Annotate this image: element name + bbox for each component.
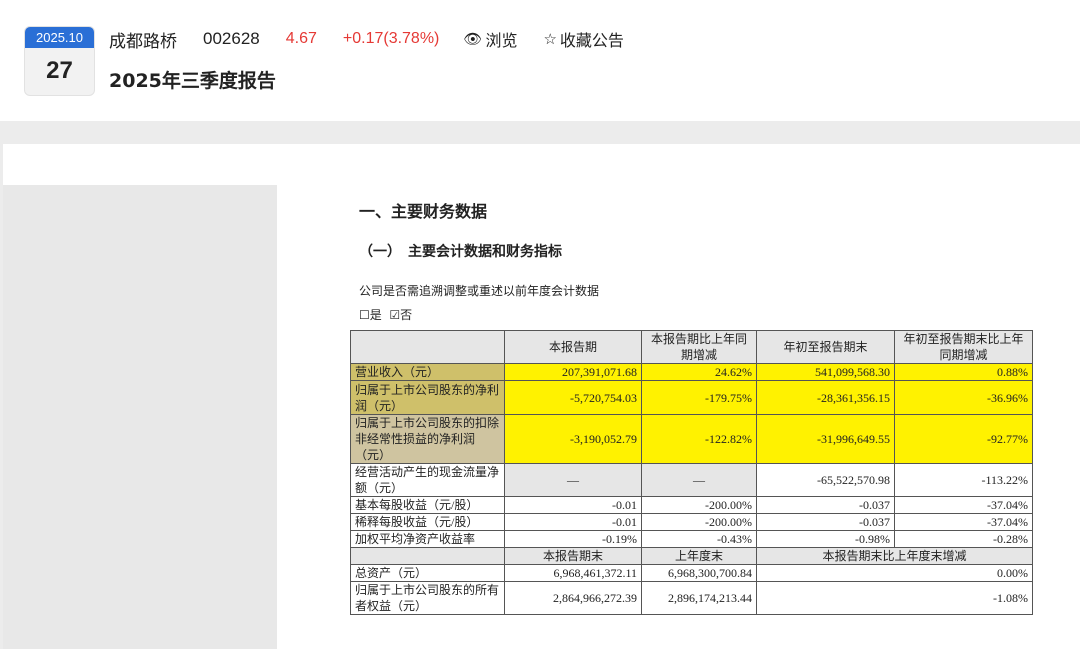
table-cell: -3,190,052.79	[504, 414, 642, 464]
row-label: 归属于上市公司股东的净利润（元）	[350, 380, 505, 415]
table-row: 营业收入（元） 207,391,071.68 24.62% 541,099,56…	[350, 363, 1033, 381]
table-row: 总资产（元） 6,968,461,372.11 6,968,300,700.84…	[350, 564, 1033, 582]
restatement-question: 公司是否需追溯调整或重述以前年度会计数据	[359, 284, 600, 298]
table-row: 加权平均净资产收益率 -0.19% -0.43% -0.98% -0.28%	[350, 530, 1033, 548]
report-title: 2025年三季度报告	[109, 70, 276, 92]
table-cell: -0.01	[504, 496, 642, 514]
section-title: 一、主要财务数据	[359, 202, 488, 221]
table-cell: 0.00%	[756, 564, 1033, 582]
table-cell: —	[641, 463, 757, 497]
table-row: 稀释每股收益（元/股） -0.01 -200.00% -0.037 -37.04…	[350, 513, 1033, 531]
row-label: 总资产（元）	[350, 564, 505, 582]
row-label: 归属于上市公司股东的所有者权益（元）	[350, 581, 505, 615]
table-cell: -0.01	[504, 513, 642, 531]
row-label: 稀释每股收益（元/股）	[350, 513, 505, 531]
row-label: 经营活动产生的现金流量净额（元）	[350, 463, 505, 497]
table-cell: -0.28%	[894, 530, 1033, 548]
document-viewer[interactable]: 一、主要财务数据 （一） 主要会计数据和财务指标 公司是否需追溯调整或重述以前年…	[3, 144, 1080, 649]
table-cell: 0.88%	[894, 363, 1033, 381]
row-label: 加权平均净资产收益率	[350, 530, 505, 548]
header-cell: 本报告期末	[504, 547, 642, 565]
subsection-title: （一） 主要会计数据和财务指标	[359, 244, 562, 260]
table-cell: 24.62%	[641, 363, 757, 381]
browse-label: 浏览	[485, 31, 518, 50]
star-icon: ☆	[543, 30, 557, 48]
table-cell: -0.037	[756, 513, 895, 531]
table-cell: 541,099,568.30	[756, 363, 895, 381]
header-cell: 上年度末	[641, 547, 757, 565]
header-cell: 本报告期	[504, 330, 642, 364]
financial-data-table: 本报告期 本报告期比上年同期增减 年初至报告期末 年初至报告期末比上年同期增减 …	[350, 330, 1033, 615]
header-cell-blank	[350, 330, 505, 364]
date-month: 2025.10	[25, 27, 94, 48]
table-cell: -200.00%	[641, 496, 757, 514]
document-sidebar	[3, 185, 277, 649]
table-cell: -122.82%	[641, 414, 757, 464]
table-cell: -31,996,649.55	[756, 414, 895, 464]
header-cell: 年初至报告期末	[756, 330, 895, 364]
table-cell: -37.04%	[894, 513, 1033, 531]
table-cell: -36.96%	[894, 380, 1033, 415]
table-cell: -113.22%	[894, 463, 1033, 497]
table-cell: 207,391,071.68	[504, 363, 642, 381]
checkbox-no: ☑否	[389, 308, 413, 322]
table-cell: -37.04%	[894, 496, 1033, 514]
header-cell-blank	[350, 547, 505, 565]
row-label: 基本每股收益（元/股）	[350, 496, 505, 514]
browse-button[interactable]: 👁 浏览	[463, 27, 517, 51]
stock-price: 4.67	[285, 30, 317, 47]
table-cell: -65,522,570.98	[756, 463, 895, 497]
stock-change: +0.17(3.78%)	[342, 30, 440, 47]
eye-icon: 👁	[463, 30, 483, 48]
checkbox-yes: ☐是	[359, 308, 382, 322]
table-cell: -0.98%	[756, 530, 895, 548]
table-cell: -179.75%	[641, 380, 757, 415]
table-row: 归属于上市公司股东的净利润（元） -5,720,754.03 -179.75% …	[350, 380, 1033, 415]
table-cell: -1.08%	[756, 581, 1033, 615]
row-label: 营业收入（元）	[350, 363, 505, 381]
announcement-header: 2025.10 27 成都路桥 002628 4.67 +0.17(3.78%)…	[0, 0, 1080, 121]
table-cell: -28,361,356.15	[756, 380, 895, 415]
date-badge: 2025.10 27	[24, 26, 95, 96]
stock-code[interactable]: 002628	[203, 29, 260, 49]
table-cell: 6,968,461,372.11	[504, 564, 642, 582]
stock-name[interactable]: 成都路桥	[109, 27, 177, 52]
row-label: 归属于上市公司股东的扣除非经常性损益的净利润（元）	[350, 414, 505, 464]
restatement-answer: ☐是 ☑否	[359, 306, 412, 323]
table-cell: -0.19%	[504, 530, 642, 548]
table-row: 归属于上市公司股东的所有者权益（元） 2,864,966,272.39 2,89…	[350, 581, 1033, 615]
table-cell: -0.43%	[641, 530, 757, 548]
table-row: 经营活动产生的现金流量净额（元） — — -65,522,570.98 -113…	[350, 463, 1033, 497]
table-cell: 6,968,300,700.84	[641, 564, 757, 582]
table-cell: -5,720,754.03	[504, 380, 642, 415]
table-row: 归属于上市公司股东的扣除非经常性损益的净利润（元） -3,190,052.79 …	[350, 414, 1033, 464]
favorite-button[interactable]: ☆ 收藏公告	[543, 27, 623, 51]
header-cell: 本报告期比上年同期增减	[641, 330, 757, 364]
header-cell: 年初至报告期末比上年同期增减	[894, 330, 1033, 364]
table-subheader-row: 本报告期末 上年度末 本报告期末比上年度末增减	[350, 547, 1033, 565]
table-row: 基本每股收益（元/股） -0.01 -200.00% -0.037 -37.04…	[350, 496, 1033, 514]
table-cell: -92.77%	[894, 414, 1033, 464]
table-cell: -200.00%	[641, 513, 757, 531]
table-cell: 2,896,174,213.44	[641, 581, 757, 615]
date-day: 27	[46, 57, 73, 84]
table-cell: —	[504, 463, 642, 497]
table-cell: -0.037	[756, 496, 895, 514]
favorite-label: 收藏公告	[559, 31, 624, 50]
table-cell: 2,864,966,272.39	[504, 581, 642, 615]
header-cell: 本报告期末比上年度末增减	[756, 547, 1033, 565]
